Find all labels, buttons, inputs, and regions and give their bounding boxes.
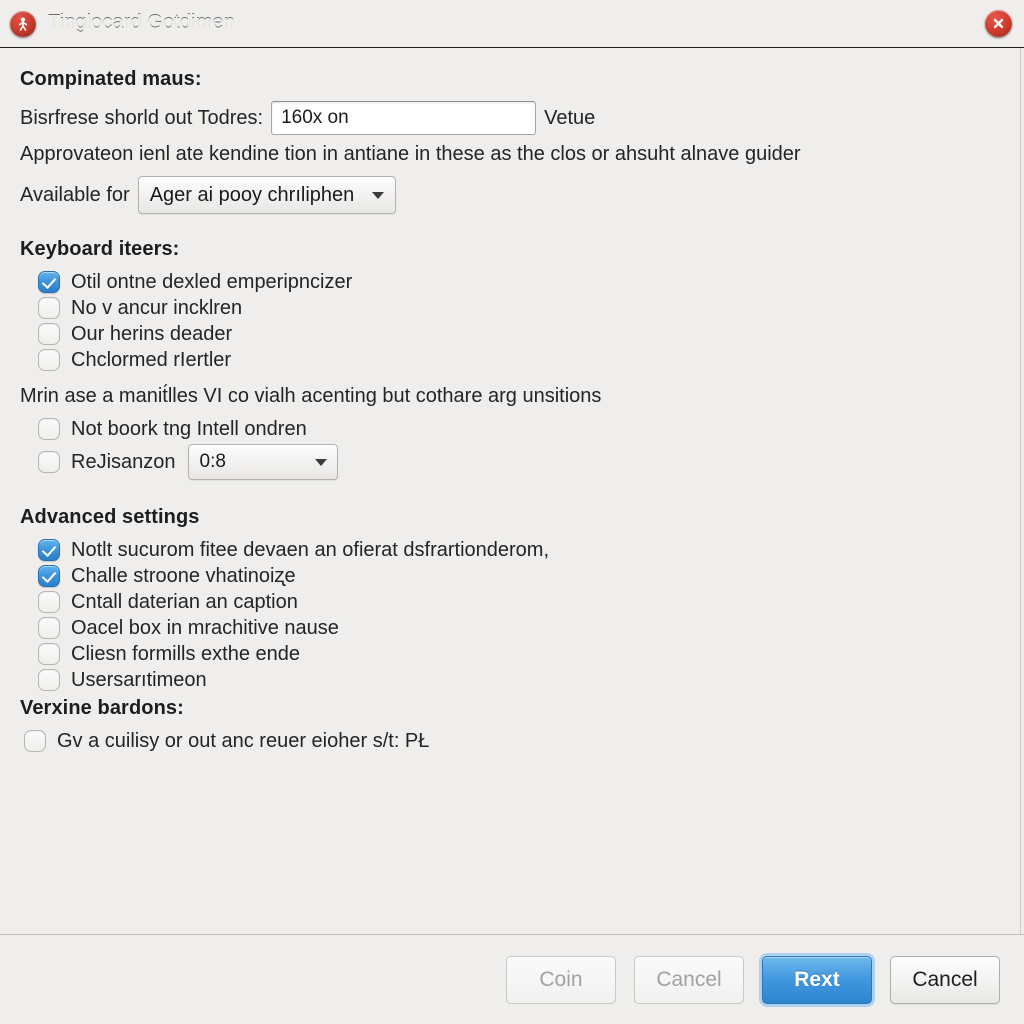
- checkbox-checked-icon[interactable]: [38, 565, 60, 587]
- available-for-row: Available for Ager ai pooy chrıliphen: [20, 176, 1000, 214]
- option-keyboard-2[interactable]: Our herins deader: [20, 323, 1000, 345]
- checkbox-unchecked-icon[interactable]: [38, 643, 60, 665]
- option-advanced-2[interactable]: Cntall daterian an caption: [20, 591, 1000, 613]
- threshold-label: Bisrfrese shorld out Todres:: [20, 106, 264, 129]
- option-label: Our herins deader: [71, 323, 233, 345]
- checkbox-checked-icon[interactable]: [38, 539, 60, 561]
- option-keyboard-0[interactable]: Otil ontne dexled emperipncizer: [20, 271, 1000, 293]
- option-label: Usersarıtimeon: [71, 669, 207, 691]
- option-label: Cliesn formills exthe ende: [71, 643, 300, 665]
- available-for-dropdown[interactable]: Ager ai pooy chrıliphen: [137, 176, 397, 214]
- checkbox-unchecked-icon[interactable]: [38, 418, 60, 440]
- option-label: Chclormed rIertler: [71, 349, 232, 371]
- person-circle-icon: [10, 10, 36, 37]
- section-heading-compinated: Compinated maus:: [20, 68, 202, 90]
- dialog-window: Tinglocard Gotdimen Compinated maus: Bis…: [0, 0, 1024, 1024]
- coin-button[interactable]: Coin: [506, 955, 616, 1004]
- checkbox-unchecked-icon[interactable]: [24, 730, 46, 752]
- option-label: Oacel box in mrachitive nause: [71, 617, 339, 639]
- available-for-label: Available for: [20, 183, 130, 206]
- option-advanced-5[interactable]: Usersarıtimeon: [20, 669, 1000, 691]
- close-icon[interactable]: [985, 10, 1012, 37]
- title-bar: Tinglocard Gotdimen: [0, 0, 1024, 48]
- keyboard-note: Mrin ase a manit́lles VI co vialh acenti…: [20, 385, 602, 407]
- section-heading-verxine: Verxine bardons:: [20, 697, 184, 719]
- section-description: Approvateon ienl ate kendine tion in ant…: [20, 143, 801, 165]
- checkbox-checked-icon[interactable]: [38, 271, 60, 293]
- section-heading-keyboard: Keyboard iteers:: [20, 238, 180, 260]
- option-advanced-3[interactable]: Oacel box in mrachitive nause: [20, 617, 1000, 639]
- option-label: No v ancur incklren: [71, 297, 243, 319]
- available-for-dropdown-value: Ager ai pooy chrıliphen: [149, 183, 355, 206]
- rext-button[interactable]: Rext: [762, 955, 872, 1004]
- option-sub-1[interactable]: ReJisanzon 0:8: [20, 444, 1000, 480]
- checkbox-unchecked-icon[interactable]: [38, 297, 60, 319]
- section-heading-advanced: Advanced settings: [20, 506, 200, 528]
- option-advanced-0[interactable]: Notlt sucurom fitee devaen an ofierat ds…: [20, 539, 1000, 561]
- window-title: Tinglocard Gotdimen: [48, 12, 235, 34]
- option-verxine-0[interactable]: Gv a cuilisy or out anc reuer eioher s/t…: [20, 730, 1000, 752]
- option-label: Notlt sucurom fitee devaen an ofierat ds…: [71, 539, 550, 561]
- option-keyboard-3[interactable]: Chclormed rIertler: [20, 349, 1000, 371]
- cancel-button[interactable]: Cancel: [890, 955, 1000, 1004]
- dialog-footer: Coin Cancel Rext Cancel: [0, 934, 1024, 1024]
- right-edge-divider: [1020, 48, 1021, 934]
- option-advanced-1[interactable]: Challe stroone vhatinoiʐe: [20, 565, 1000, 587]
- option-label: Challe stroone vhatinoiʐe: [71, 565, 296, 587]
- checkbox-unchecked-icon[interactable]: [38, 669, 60, 691]
- checkbox-unchecked-icon[interactable]: [38, 617, 60, 639]
- threshold-input[interactable]: [271, 101, 537, 135]
- option-sub-0[interactable]: Not boork tng Intell ondren: [20, 418, 1000, 440]
- threshold-row: Bisrfrese shorld out Todres: Vetue: [20, 101, 1000, 135]
- option-label: Cntall daterian an caption: [71, 591, 298, 613]
- chevron-down-icon: [314, 458, 327, 466]
- option-label: Not boork tng Intell ondren: [71, 418, 307, 440]
- cancel-button-secondary[interactable]: Cancel: [634, 955, 744, 1004]
- checkbox-unchecked-icon[interactable]: [38, 349, 60, 371]
- option-label: Gv a cuilisy or out anc reuer eioher s/t…: [57, 730, 430, 752]
- option-advanced-4[interactable]: Cliesn formills exthe ende: [20, 643, 1000, 665]
- option-keyboard-1[interactable]: No v ancur incklren: [20, 297, 1000, 319]
- checkbox-unchecked-icon[interactable]: [38, 451, 60, 473]
- chevron-down-icon: [372, 191, 385, 199]
- rejisanzon-dropdown[interactable]: 0:8: [187, 444, 338, 480]
- option-label: ReJisanzon: [71, 451, 176, 473]
- threshold-suffix-label: Vetue: [544, 106, 596, 129]
- checkbox-unchecked-icon[interactable]: [38, 323, 60, 345]
- option-label: Otil ontne dexled emperipncizer: [71, 271, 353, 293]
- rejisanzon-dropdown-value: 0:8: [199, 451, 226, 472]
- dialog-content: Compinated maus: Bisrfrese shorld out To…: [0, 48, 1024, 934]
- checkbox-unchecked-icon[interactable]: [38, 591, 60, 613]
